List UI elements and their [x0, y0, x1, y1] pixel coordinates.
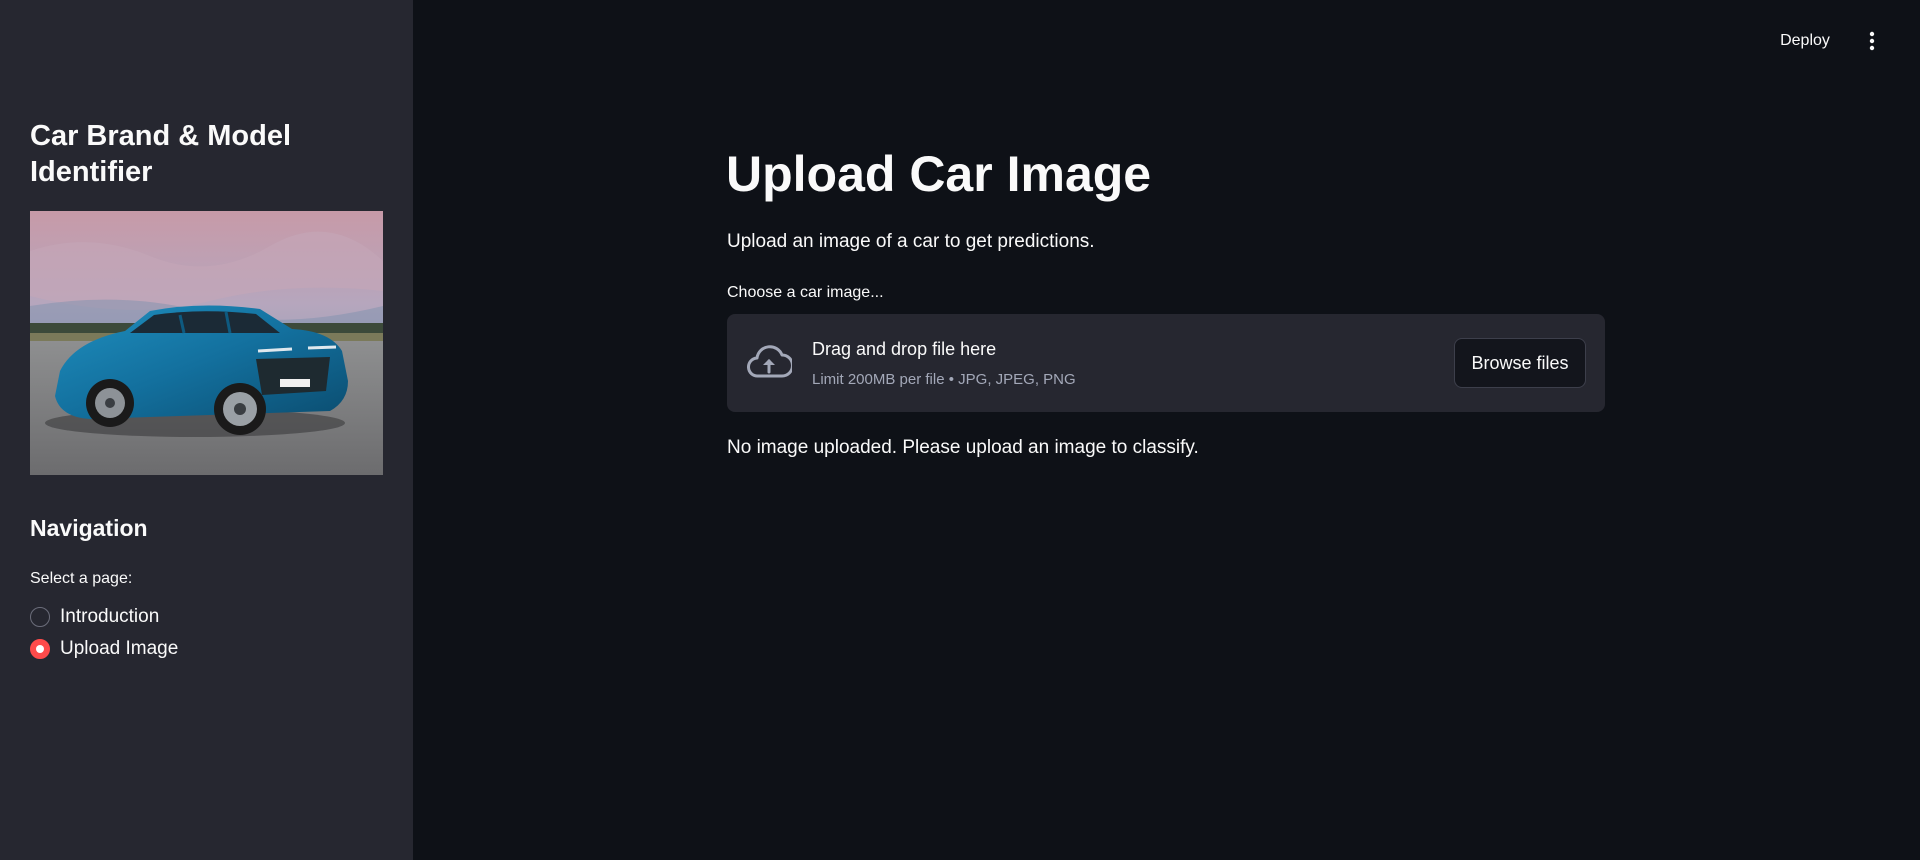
- radio-option-introduction[interactable]: Introduction: [30, 604, 159, 630]
- status-message: No image uploaded. Please upload an imag…: [727, 437, 1199, 458]
- app-root: Car Brand & Model Identifier Navigation …: [0, 0, 1920, 860]
- navigation-heading: Navigation: [30, 515, 148, 541]
- radio-button-selected[interactable]: [30, 639, 50, 659]
- more-vertical-icon: [1869, 31, 1875, 51]
- page-description: Upload an image of a car to get predicti…: [727, 231, 1095, 252]
- deploy-button[interactable]: Deploy: [1770, 26, 1840, 56]
- sidebar-title: Car Brand & Model Identifier: [30, 120, 292, 188]
- main-menu-button[interactable]: [1860, 26, 1884, 56]
- file-uploader-label: Choose a car image...: [727, 284, 884, 301]
- cloud-upload-icon: [747, 345, 792, 378]
- sidebar: Car Brand & Model Identifier Navigation …: [0, 0, 413, 860]
- radio-option-upload-image[interactable]: Upload Image: [30, 636, 178, 662]
- file-dropzone[interactable]: Drag and drop file here Limit 200MB per …: [727, 314, 1605, 412]
- browse-files-button[interactable]: Browse files: [1454, 338, 1586, 388]
- dropzone-title: Drag and drop file here: [812, 339, 997, 359]
- radio-button-unselected[interactable]: [30, 607, 50, 627]
- dropzone-subtitle: Limit 200MB per file • JPG, JPEG, PNG: [812, 371, 1076, 388]
- page-title: Upload Car Image: [726, 146, 1152, 202]
- radio-label-introduction: Introduction: [60, 606, 160, 627]
- car-image: [30, 211, 383, 475]
- radio-dot: [36, 645, 44, 653]
- select-page-label: Select a page:: [30, 570, 133, 587]
- radio-label-upload-image: Upload Image: [60, 638, 179, 659]
